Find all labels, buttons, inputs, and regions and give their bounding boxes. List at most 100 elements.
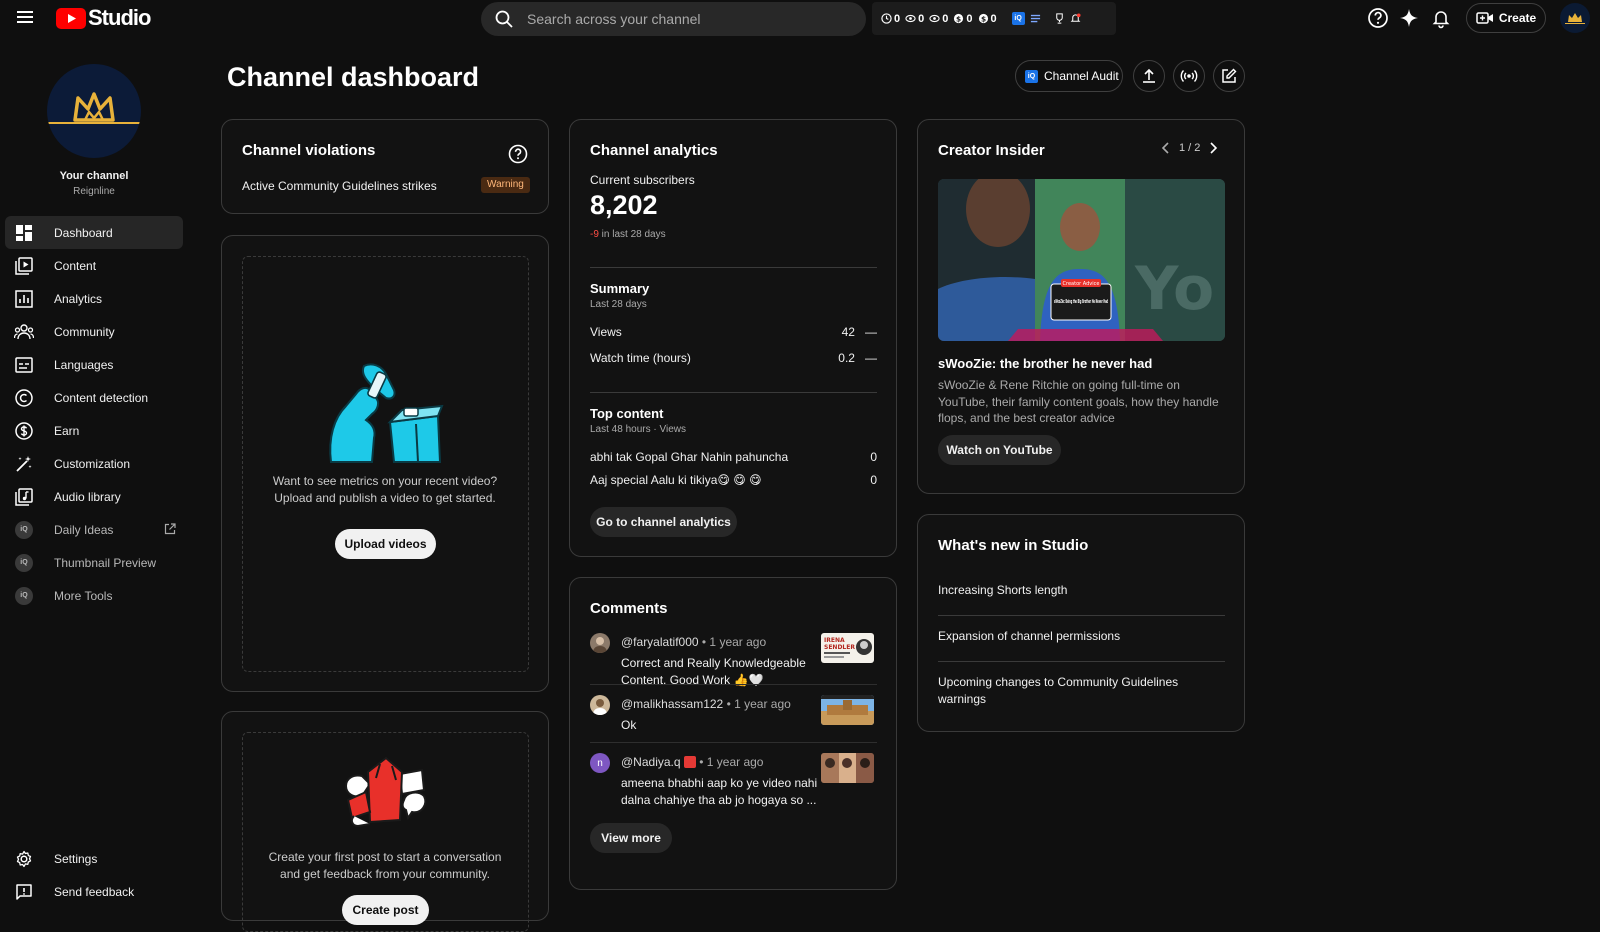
chevron-left-icon[interactable]: [1161, 142, 1169, 154]
ext-list[interactable]: [1030, 13, 1041, 24]
studio-logo[interactable]: Studio: [56, 5, 151, 31]
eye-icon: [905, 14, 916, 23]
comment-author[interactable]: @Nadiya.q: [621, 755, 681, 769]
sidebar-item-settings[interactable]: Settings: [5, 842, 183, 875]
upload-illustration-icon: [329, 363, 444, 463]
top-content-row[interactable]: abhi tak Gopal Ghar Nahin pahuncha 0: [590, 450, 877, 464]
logo-text: Studio: [88, 5, 151, 30]
video-thumbnail[interactable]: [821, 753, 874, 783]
ext-trophy[interactable]: [1054, 13, 1065, 24]
account-avatar[interactable]: [1560, 3, 1590, 33]
sparkle-icon[interactable]: [1398, 7, 1420, 29]
sidebar-item-customization[interactable]: Customization: [5, 447, 183, 480]
metric-value-group: 42 —: [842, 325, 877, 339]
your-channel-label: Your channel: [59, 170, 129, 182]
metric-trend: —: [865, 325, 877, 339]
help-icon[interactable]: [508, 144, 528, 164]
view-more-button[interactable]: View more: [590, 823, 672, 853]
comment-author[interactable]: @malikhassam122: [621, 697, 723, 711]
top-content-period: Last 48 hours · Views: [590, 424, 686, 435]
magic-wand-icon: [14, 454, 34, 474]
card-title: Channel violations: [242, 142, 376, 159]
chevron-right-icon[interactable]: [1210, 142, 1218, 154]
card-title: What's new in Studio: [938, 537, 1089, 554]
ext-bell[interactable]: [1070, 13, 1081, 24]
sidebar-item-more-tools[interactable]: iQ More Tools: [5, 579, 183, 612]
sidebar-item-dashboard[interactable]: Dashboard: [5, 216, 183, 249]
go-live-button[interactable]: [1173, 60, 1205, 92]
ext-count: 0: [966, 12, 973, 25]
card-title: Channel analytics: [590, 142, 718, 159]
carousel-pager: 1 / 2: [1161, 142, 1218, 154]
divider: [590, 684, 877, 685]
search-input[interactable]: [527, 11, 827, 27]
top-content-row[interactable]: Aaj special Aalu ki tikiya😋 😋 😋 0: [590, 473, 877, 487]
ext-stat-money-2[interactable]: $0: [978, 13, 997, 25]
avatar-letter: n: [597, 757, 603, 769]
avatar[interactable]: [590, 695, 610, 715]
top-bar: Studio 0 0 0 $0 $0 iQ Create: [0, 0, 1600, 36]
video-thumbnail[interactable]: Creator Advice sWooZie: Being the Big Br…: [938, 179, 1225, 341]
gear-icon: [14, 849, 34, 869]
crown-icon: [1565, 13, 1585, 24]
summary-title: Summary: [590, 281, 650, 296]
ext-stat-time[interactable]: 0: [881, 13, 900, 25]
create-button[interactable]: Create: [1466, 3, 1546, 33]
member-badge-icon: [683, 756, 696, 768]
create-label: Create: [1498, 11, 1537, 25]
search-bar[interactable]: [481, 2, 866, 36]
metric-row-views[interactable]: Views 42 —: [590, 325, 877, 339]
whats-new-item[interactable]: Increasing Shorts length: [938, 582, 1225, 599]
notifications-bell-icon[interactable]: [1430, 7, 1452, 29]
upload-videos-button[interactable]: Upload videos: [335, 529, 436, 559]
metric-row-watch-time[interactable]: Watch time (hours) 0.2 —: [590, 351, 877, 365]
sidebar-item-content[interactable]: Content: [5, 249, 183, 282]
pager-text: 1 / 2: [1179, 142, 1201, 154]
help-icon[interactable]: [1367, 7, 1389, 29]
metric-label: Watch time (hours): [590, 351, 691, 365]
avatar[interactable]: n: [590, 753, 610, 773]
comment-author[interactable]: @faryalatif000: [621, 635, 699, 649]
menu-icon[interactable]: [16, 8, 34, 26]
edit-icon: [1222, 68, 1237, 83]
sidebar-item-content-detection[interactable]: Content detection: [5, 381, 183, 414]
sidebar-item-analytics[interactable]: Analytics: [5, 282, 183, 315]
avatar[interactable]: [590, 633, 610, 653]
create-post-button[interactable]: [1213, 60, 1245, 92]
sidebar-bottom-nav: Settings Send feedback: [5, 842, 183, 908]
divider: [938, 661, 1225, 662]
insider-video-title[interactable]: sWooZie: the brother he never had: [938, 356, 1152, 371]
sidebar-item-thumbnail-preview[interactable]: iQ Thumbnail Preview: [5, 546, 183, 579]
upload-button[interactable]: [1133, 60, 1165, 92]
iq-icon: iQ: [15, 553, 33, 572]
sidebar-item-earn[interactable]: Earn: [5, 414, 183, 447]
sidebar-item-daily-ideas[interactable]: iQ Daily Ideas: [5, 513, 183, 546]
comment-text: ameena bhabhi aap ko ye video nahi dalna…: [621, 776, 818, 807]
video-thumbnail[interactable]: [821, 695, 874, 725]
subscribers-delta: -9: [590, 229, 599, 240]
metric-label: Views: [590, 325, 622, 339]
go-to-analytics-button[interactable]: Go to channel analytics: [590, 507, 737, 537]
ext-stat-views-2[interactable]: 0: [929, 13, 948, 25]
comment-time: • 1 year ago: [698, 635, 767, 649]
sidebar-item-languages[interactable]: Languages: [5, 348, 183, 381]
ext-stat-views[interactable]: 0: [905, 13, 924, 25]
whats-new-item[interactable]: Expansion of channel permissions: [938, 628, 1225, 645]
sidebar-item-community[interactable]: Community: [5, 315, 183, 348]
sidebar-nav: Dashboard Content Analytics Community La…: [5, 216, 183, 612]
eye-icon: [929, 14, 940, 23]
ext-iq[interactable]: iQ: [1011, 12, 1025, 25]
divider: [938, 615, 1225, 616]
sidebar-item-label: Content detection: [54, 390, 149, 405]
sidebar-item-send-feedback[interactable]: Send feedback: [5, 875, 183, 908]
channel-audit-button[interactable]: iQ Channel Audit: [1015, 60, 1123, 92]
feedback-icon: [14, 882, 34, 902]
ext-stat-money[interactable]: $0: [953, 12, 973, 25]
watch-on-youtube-button[interactable]: Watch on YouTube: [938, 435, 1061, 465]
comment-time: • 1 year ago: [723, 697, 791, 711]
sidebar-item-audio-library[interactable]: Audio library: [5, 480, 183, 513]
channel-avatar[interactable]: [47, 64, 141, 158]
whats-new-item[interactable]: Upcoming changes to Community Guidelines…: [938, 674, 1225, 708]
create-post-button[interactable]: Create post: [342, 895, 429, 925]
video-thumbnail[interactable]: IRENA SENDLER: [821, 633, 874, 663]
